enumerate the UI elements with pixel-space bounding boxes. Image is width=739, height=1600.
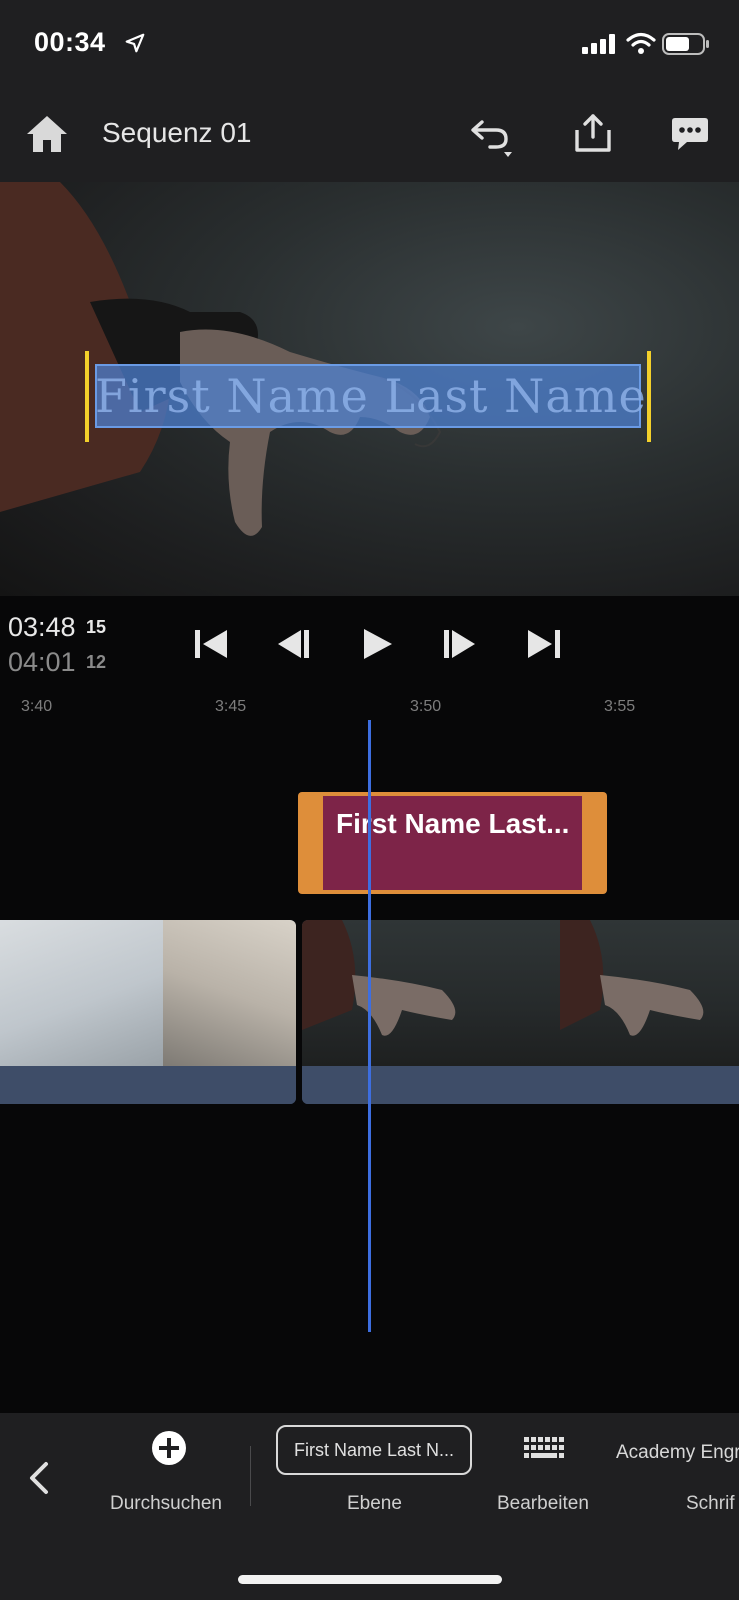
clip-thumbnail (302, 920, 560, 1066)
undo-icon[interactable] (470, 116, 516, 158)
add-icon[interactable] (151, 1430, 187, 1466)
current-frames: 15 (86, 617, 107, 637)
sequence-title[interactable]: Sequenz 01 (102, 117, 251, 149)
clip-audio-bar (0, 1066, 296, 1104)
play-icon[interactable] (359, 627, 397, 661)
ruler-tick: 3:50 (410, 698, 442, 715)
home-icon[interactable] (26, 114, 68, 154)
title-clip-label: First Name Last... (336, 808, 570, 839)
clip-thumbnail (0, 920, 163, 1066)
duration-timecode: 04:01 (8, 647, 76, 677)
step-back-icon[interactable] (275, 627, 313, 661)
trim-handle-right[interactable] (647, 351, 651, 442)
skip-to-start-icon[interactable] (193, 627, 231, 661)
skip-to-end-icon[interactable] (524, 627, 562, 661)
ruler-tick: 3:40 (21, 698, 53, 715)
ruler-tick: 3:55 (604, 698, 636, 715)
duration-frames: 12 (86, 652, 107, 672)
title-overlay-text[interactable]: First Name Last Name (95, 364, 646, 428)
share-icon[interactable] (574, 113, 612, 153)
clip-thumbnail (560, 920, 739, 1066)
playhead[interactable] (368, 720, 371, 1332)
keyboard-icon[interactable] (524, 1437, 564, 1459)
home-indicator[interactable] (238, 1575, 502, 1584)
font-label[interactable]: Schrif (686, 1493, 735, 1515)
clip-thumbnail (163, 920, 296, 1066)
toolbar-divider (250, 1446, 251, 1506)
layer-name-field[interactable]: First Name Last N... (276, 1425, 472, 1475)
browse-label[interactable]: Durchsuchen (110, 1493, 222, 1515)
video-clip-1[interactable] (0, 920, 296, 1104)
comments-icon[interactable] (671, 116, 709, 154)
wifi-icon (626, 32, 656, 54)
step-forward-icon[interactable] (440, 627, 478, 661)
ruler-tick: 3:45 (215, 698, 247, 715)
font-name-field[interactable]: Academy Engr (616, 1442, 739, 1464)
layer-label[interactable]: Ebene (347, 1493, 402, 1515)
trim-handle-left[interactable] (85, 351, 89, 442)
battery-icon (662, 33, 709, 55)
clock-time: 00:34 (34, 27, 106, 57)
current-timecode: 03:48 (8, 612, 76, 642)
cellular-signal-icon (582, 34, 615, 54)
edit-label[interactable]: Bearbeiten (497, 1493, 589, 1515)
location-arrow-icon (125, 33, 145, 53)
chevron-left-icon[interactable] (24, 1458, 54, 1498)
